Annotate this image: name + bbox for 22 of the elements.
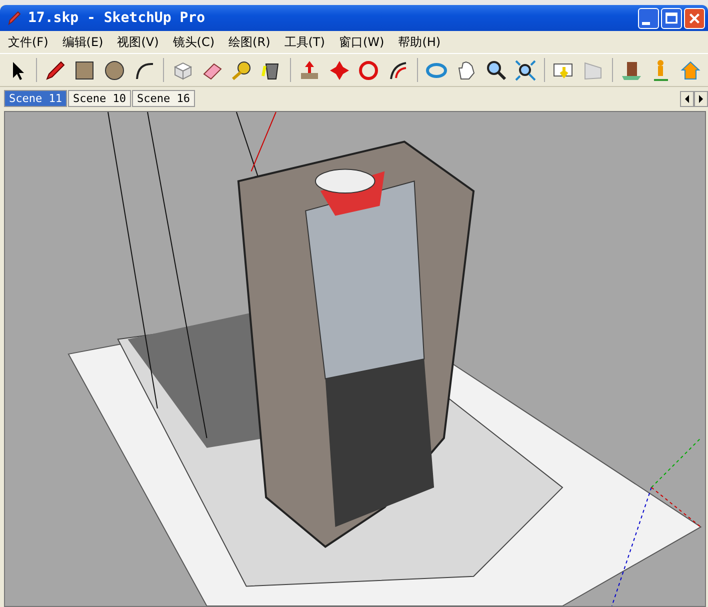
minimize-icon: [642, 22, 650, 24]
menu-item[interactable]: 帮助(H): [398, 34, 441, 50]
scroll-right-button[interactable]: [694, 91, 708, 107]
menu-item[interactable]: 编辑(E): [62, 34, 104, 50]
scroll-left-button[interactable]: [680, 91, 694, 107]
menu-item[interactable]: 窗口(W): [338, 34, 384, 50]
maximize-button[interactable]: [661, 8, 682, 28]
menu-item[interactable]: 视图(V): [117, 34, 159, 50]
menu-item[interactable]: 文件(F): [8, 34, 48, 50]
triangle-right-icon: [697, 94, 705, 104]
scene-tab[interactable]: Scene 11: [4, 90, 67, 107]
menu-item[interactable]: 镜头(C): [172, 34, 215, 50]
triangle-left-icon: [683, 94, 691, 104]
minimize-button[interactable]: [638, 8, 659, 28]
close-button[interactable]: [684, 8, 705, 28]
scene-tab[interactable]: Scene 16: [132, 90, 195, 107]
menu-item[interactable]: 工具(T): [284, 34, 325, 50]
window-title: 17.skp - SketchUp Pro: [28, 10, 206, 26]
scene-tab[interactable]: Scene 10: [68, 90, 131, 107]
pencil-icon: [6, 10, 22, 26]
menu-item[interactable]: 绘图(R): [228, 34, 270, 50]
maximize-icon: [663, 10, 680, 26]
